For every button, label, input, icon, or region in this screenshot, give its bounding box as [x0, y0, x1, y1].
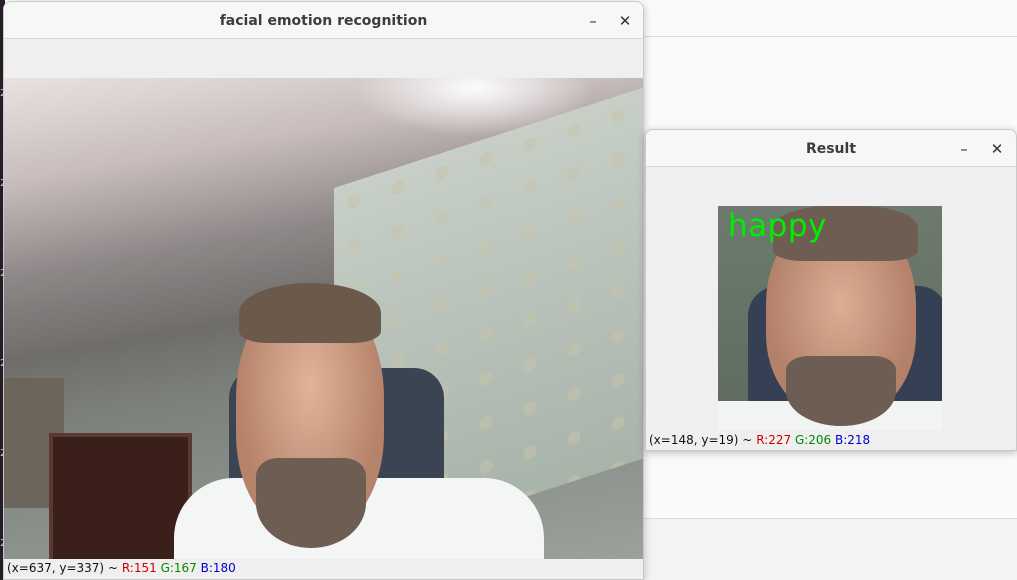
- emotion-label: happy: [728, 208, 827, 244]
- main-status-bar: (x=637, y=337) ~ R:151 G:167 B:180: [4, 560, 643, 577]
- main-window-toolbar: [4, 39, 643, 78]
- pixel-green-value: G:206: [794, 433, 832, 447]
- result-status-bar: (x=148, y=19) ~ R:227 G:206 B:218: [646, 432, 1016, 449]
- main-window-titlebar[interactable]: facial emotion recognition – ✕: [4, 2, 643, 39]
- face-crop-image[interactable]: happy: [718, 206, 942, 430]
- result-minimize-button[interactable]: –: [953, 138, 975, 160]
- cursor-coords: (x=148, y=19) ~: [649, 433, 753, 447]
- main-window[interactable]: facial emotion recognition – ✕ (x=637, y…: [3, 1, 644, 580]
- result-window[interactable]: Result – ✕ happy (x=148, y=19) ~ R:227 G…: [645, 129, 1017, 451]
- cursor-coords: (x=637, y=337) ~: [7, 561, 118, 575]
- pixel-red-value: R:151: [121, 561, 157, 575]
- webcam-video-frame[interactable]: [4, 78, 643, 559]
- background-app-header: [643, 0, 1017, 37]
- pixel-red-value: R:227: [756, 433, 792, 447]
- background-app-bottom-panel: [643, 519, 1017, 580]
- beard-crop: [786, 356, 896, 426]
- main-window-title: facial emotion recognition: [219, 13, 428, 29]
- close-button[interactable]: ✕: [614, 10, 636, 32]
- door: [49, 433, 192, 559]
- pixel-green-value: G:167: [160, 561, 197, 575]
- pixel-blue-value: B:180: [200, 561, 236, 575]
- pixel-blue-value: B:218: [835, 433, 871, 447]
- minimize-button[interactable]: –: [582, 10, 604, 32]
- result-window-titlebar[interactable]: Result – ✕: [646, 130, 1016, 167]
- result-close-button[interactable]: ✕: [986, 138, 1008, 160]
- person-hair: [239, 283, 381, 343]
- person-beard: [256, 458, 366, 548]
